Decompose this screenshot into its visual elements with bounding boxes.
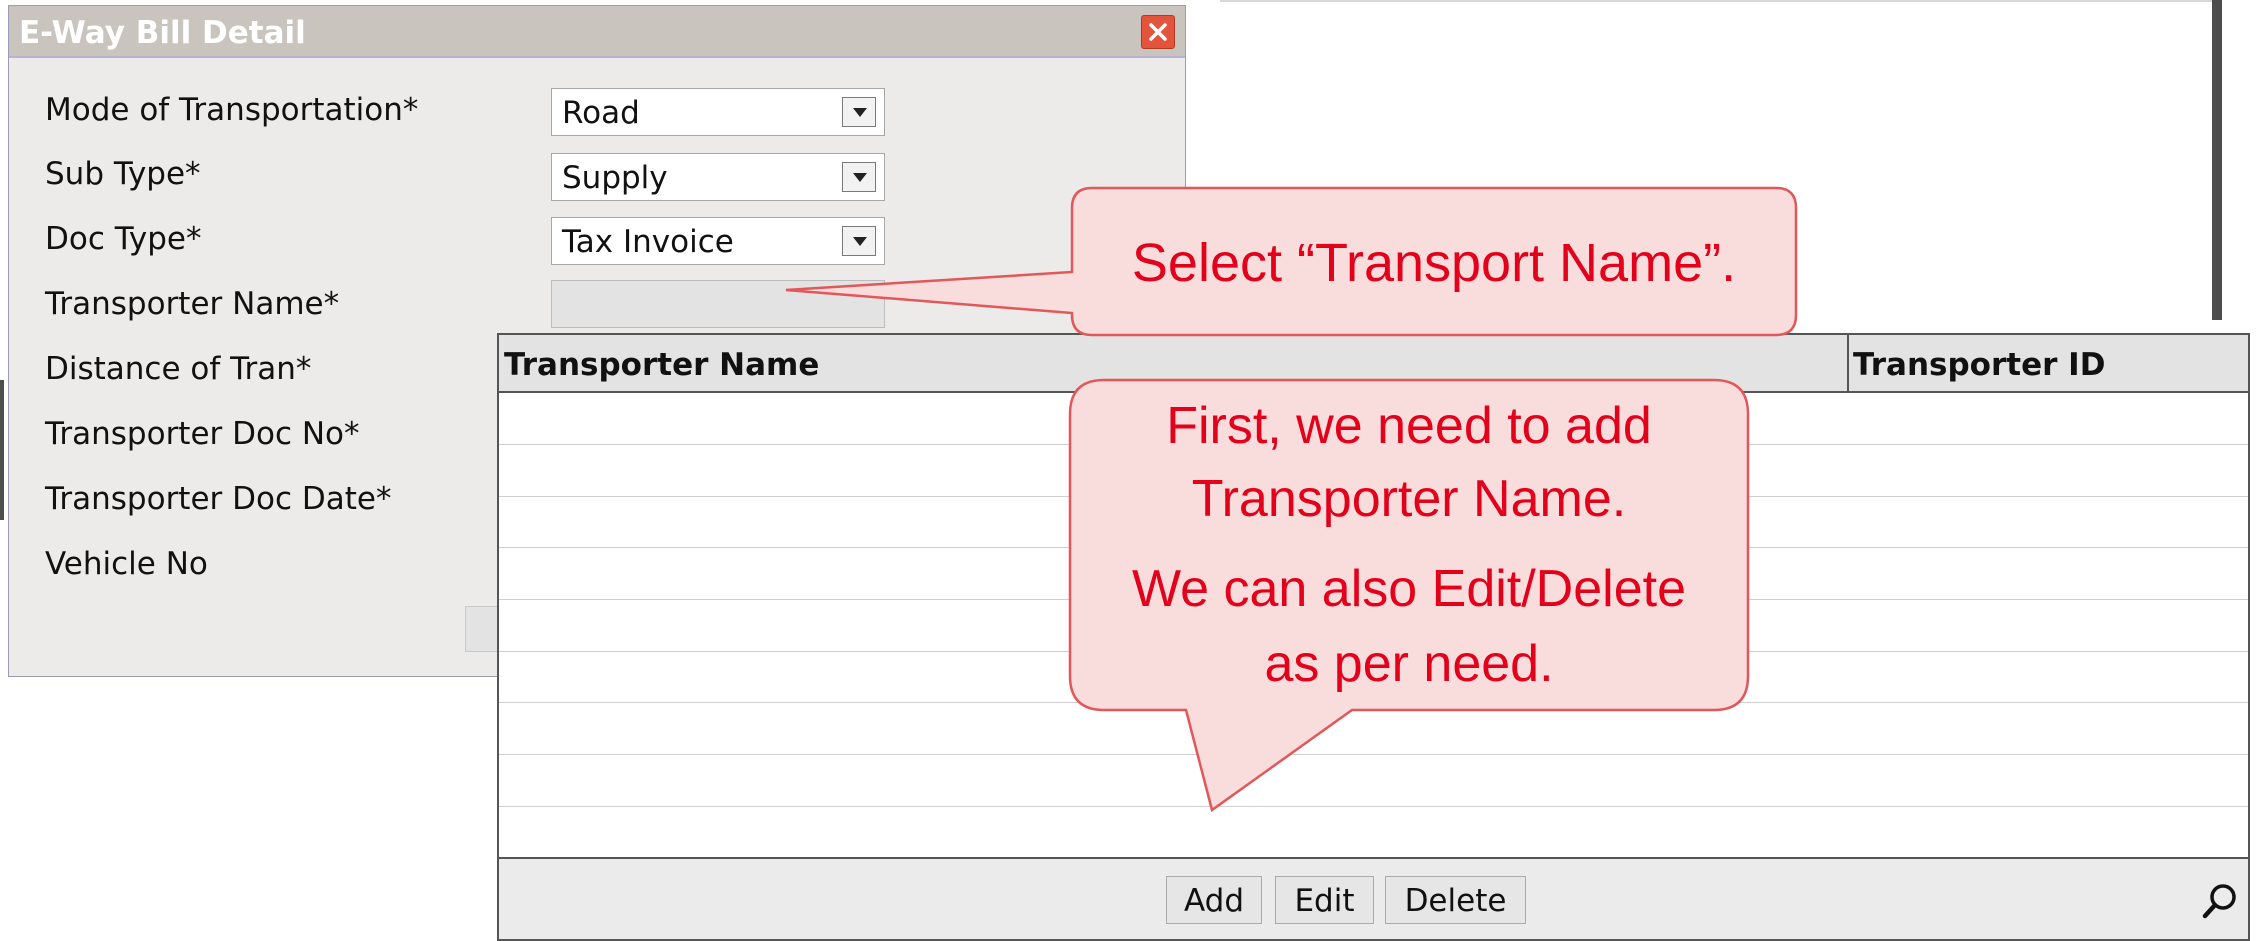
callout-add-line1: First, we need to add xyxy=(1166,397,1652,455)
callout-add-line3: We can also Edit/Delete xyxy=(1132,560,1686,618)
callout-select-text: Select “Transport Name”. xyxy=(1131,233,1737,293)
callout-add-line2: Transporter Name. xyxy=(1191,470,1627,528)
callout-add-line4: as per need. xyxy=(1264,635,1554,693)
